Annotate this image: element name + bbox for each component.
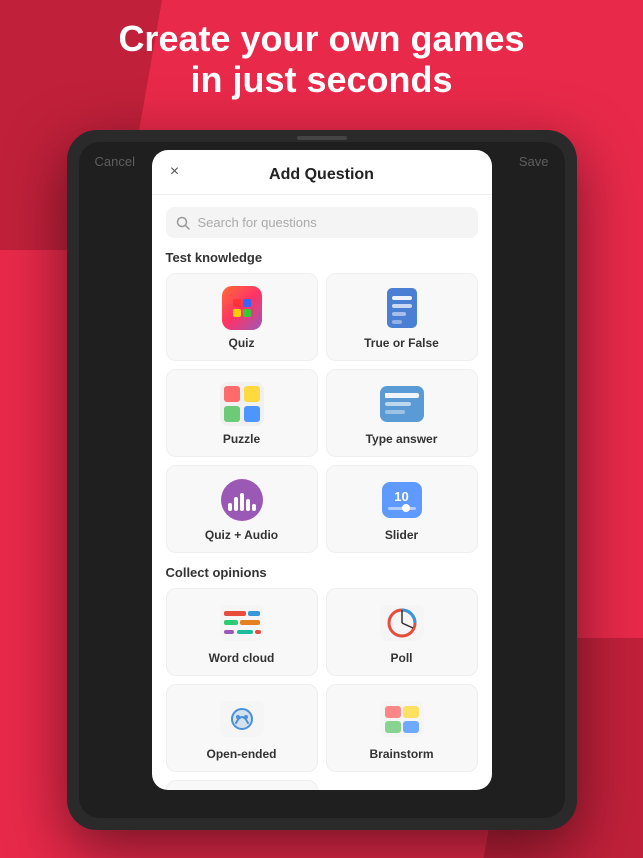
tablet-frame: Cancel Create Kahoot Save × Add Question	[67, 130, 577, 830]
type-answer-card[interactable]: Type answer	[326, 369, 478, 457]
true-or-false-icon	[380, 286, 424, 330]
collect-opinions-grid: Word cloud Po	[166, 588, 478, 790]
word-cloud-card[interactable]: Word cloud	[166, 588, 318, 676]
brainstorm-icon	[380, 697, 424, 741]
slider-card[interactable]: 10 Slider	[326, 465, 478, 553]
true-or-false-label: True or False	[364, 336, 439, 350]
modal-header: × Add Question	[152, 150, 492, 195]
open-ended-card[interactable]: Open-ended	[166, 684, 318, 772]
search-placeholder: Search for questions	[198, 215, 317, 230]
quiz-audio-card[interactable]: Quiz + Audio	[166, 465, 318, 553]
quiz-audio-icon	[220, 478, 264, 522]
modal-close-button[interactable]: ×	[164, 161, 186, 183]
hero-section: Create your own games in just seconds	[0, 18, 643, 101]
section-test-knowledge-label: Test knowledge	[166, 250, 478, 265]
slider-label: Slider	[385, 528, 418, 542]
open-ended-label: Open-ended	[206, 747, 276, 761]
brainstorm-card[interactable]: Brainstorm	[326, 684, 478, 772]
type-answer-icon	[380, 382, 424, 426]
poll-icon	[380, 601, 424, 645]
quiz-card[interactable]: Quiz	[166, 273, 318, 361]
modal-overlay: × Add Question Search for questions Test…	[79, 142, 565, 818]
poll-card[interactable]: Poll	[326, 588, 478, 676]
add-question-modal: × Add Question Search for questions Test…	[152, 150, 492, 790]
brainstorm-label: Brainstorm	[369, 747, 433, 761]
drop-pin-card[interactable]: Drop pin	[166, 780, 318, 790]
quiz-label: Quiz	[229, 336, 255, 350]
tablet-screen: Cancel Create Kahoot Save × Add Question	[79, 142, 565, 818]
puzzle-icon	[220, 382, 264, 426]
true-or-false-card[interactable]: True or False	[326, 273, 478, 361]
quiz-icon	[220, 286, 264, 330]
section-collect-opinions-label: Collect opinions	[166, 565, 478, 580]
open-ended-icon	[220, 697, 264, 741]
puzzle-card[interactable]: Puzzle	[166, 369, 318, 457]
type-answer-label: Type answer	[366, 432, 438, 446]
word-cloud-icon	[220, 601, 264, 645]
slider-icon: 10	[380, 478, 424, 522]
puzzle-label: Puzzle	[223, 432, 260, 446]
quiz-audio-label: Quiz + Audio	[205, 528, 278, 542]
poll-label: Poll	[390, 651, 412, 665]
modal-title: Add Question	[269, 166, 374, 183]
search-icon	[176, 216, 190, 230]
word-cloud-label: Word cloud	[209, 651, 275, 665]
hero-title: Create your own games in just seconds	[0, 18, 643, 101]
test-knowledge-grid: Quiz True or	[166, 273, 478, 553]
search-bar[interactable]: Search for questions	[166, 207, 478, 238]
